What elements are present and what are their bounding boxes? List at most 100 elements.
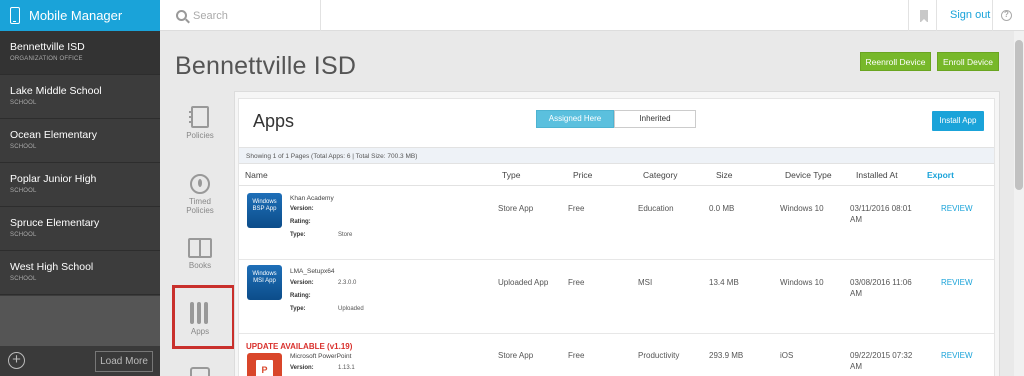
cell-price: Free [568,204,585,213]
menu-label: Policies [186,206,214,215]
powerpoint-icon: P [247,353,282,376]
version-label: Version: [290,206,314,212]
divider [239,259,994,260]
apps-title: Apps [253,111,295,131]
cell-size: 293.9 MB [709,351,744,360]
update-available-badge[interactable]: UPDATE AVAILABLE (v1.19) [246,342,352,351]
sidebar-item-poplar-junior-high[interactable]: Poplar Junior High SCHOOL [0,163,160,207]
bookmark-icon[interactable] [920,10,928,23]
powerpoint-letter: P [256,360,273,376]
book-icon [188,238,212,258]
add-organization-icon[interactable]: + [8,352,25,369]
cell-installed-at: 03/08/2016 11:06 [850,278,912,287]
export-link[interactable]: Export [927,170,954,180]
cell-category: Education [638,204,674,213]
cell-category: Productivity [638,351,680,360]
rating-label: Rating: [290,219,311,225]
review-link[interactable]: REVIEW [941,204,973,213]
scrollbar-thumb[interactable] [1015,40,1023,190]
app-title: Mobile Manager [29,8,123,23]
divider [992,0,993,31]
menu-item-books[interactable]: Books [176,238,224,270]
tab-inherited[interactable]: Inherited [614,110,696,128]
sidebar-item-bennettville[interactable]: Bennettville ISD ORGANIZATION OFFICE [0,31,160,75]
review-link[interactable]: REVIEW [941,278,973,287]
column-header-category[interactable]: Category [643,170,678,180]
sidebar-item-west-high[interactable]: West High School SCHOOL [0,251,160,295]
rating-label: Rating: [290,293,311,299]
apps-highlight-box [172,285,235,349]
sidebar-item-lake-middle[interactable]: Lake Middle School SCHOOL [0,75,160,119]
search-placeholder[interactable]: Search [193,10,228,22]
column-header-installed-at[interactable]: Installed At [856,170,898,180]
timer-icon [190,174,210,194]
app-name: LMA_Setupx64 [290,268,335,275]
divider [908,0,909,31]
brand-header[interactable]: Mobile Manager [0,0,160,31]
app-name: Microsoft PowerPoint [290,353,352,360]
cell-installed-at: 03/11/2016 08:01 [850,204,912,213]
policies-icon [189,106,209,128]
windows-app-icon: Windows MSI App [247,265,282,300]
column-header-size[interactable]: Size [716,170,733,180]
cell-price: Free [568,351,585,360]
cell-device-type: iOS [780,351,794,360]
menu-item-timed-policies[interactable]: Timed Policies [176,174,224,215]
column-header-name[interactable]: Name [245,170,268,180]
org-name: Poplar Junior High [10,173,97,185]
cell-installed-at: AM [850,289,862,298]
mobile-device-icon [10,7,20,24]
cell-price: Free [568,278,585,287]
help-icon[interactable]: ? [1001,10,1012,21]
cell-device-type: Windows 10 [780,278,824,287]
sign-out-link[interactable]: Sign out [950,9,990,21]
divider [320,0,321,31]
page-title: Bennettville ISD [175,52,357,80]
org-name: West High School [10,261,94,273]
org-name: Lake Middle School [10,85,102,97]
app-name: Khan Academy [290,195,334,202]
review-link[interactable]: REVIEW [941,351,973,360]
version-label: Version: [290,280,314,286]
menu-label: Policies [186,131,214,140]
type-label: Type: [290,232,306,238]
search-box[interactable]: Search [176,0,228,31]
device-icon[interactable] [190,367,210,376]
divider [936,0,937,31]
cell-device-type: Windows 10 [780,204,824,213]
menu-item-policies[interactable]: Policies [176,106,224,140]
org-type: SCHOOL [10,144,37,150]
version-value: 2.3.0.0 [338,280,357,286]
sidebar-item-ocean-elementary[interactable]: Ocean Elementary SCHOOL [0,119,160,163]
sidebar-item-spruce-elementary[interactable]: Spruce Elementary SCHOOL [0,207,160,251]
menu-label: Books [188,261,212,270]
column-header-type[interactable]: Type [502,170,520,180]
cell-installed-at: AM [850,215,862,224]
type-label: Type: [290,306,306,312]
column-header-price[interactable]: Price [573,170,592,180]
tab-assigned-here[interactable]: Assigned Here [536,110,614,128]
load-more-button[interactable]: Load More [95,351,153,372]
sidebar-footer: + Load More [0,346,160,376]
top-bar: Mobile Manager Search Sign out ? [0,0,1024,31]
divider [239,333,994,334]
org-name: Spruce Elementary [10,217,100,229]
org-name: Bennettville ISD [10,41,85,53]
type-value: Store [338,232,353,238]
org-type: SCHOOL [10,100,37,106]
install-app-button[interactable]: Install App [932,111,984,131]
column-header-device-type[interactable]: Device Type [785,170,832,180]
version-label: Version: [290,365,314,371]
cell-type: Store App [498,351,534,360]
cell-installed-at: AM [850,362,862,371]
enroll-device-button[interactable]: Enroll Device [937,52,999,71]
cell-installed-at: 09/22/2015 07:32 [850,351,913,360]
sidebar: Bennettville ISD ORGANIZATION OFFICE Lak… [0,31,160,376]
pagination-summary: Showing 1 of 1 Pages (Total Apps: 6 | To… [239,147,994,164]
cell-type: Uploaded App [498,278,549,287]
cell-size: 0.0 MB [709,204,735,213]
org-type: ORGANIZATION OFFICE [10,56,83,62]
cell-size: 13.4 MB [709,278,739,287]
type-value: Uploaded [338,306,364,312]
reenroll-device-button[interactable]: Reenroll Device [860,52,931,71]
